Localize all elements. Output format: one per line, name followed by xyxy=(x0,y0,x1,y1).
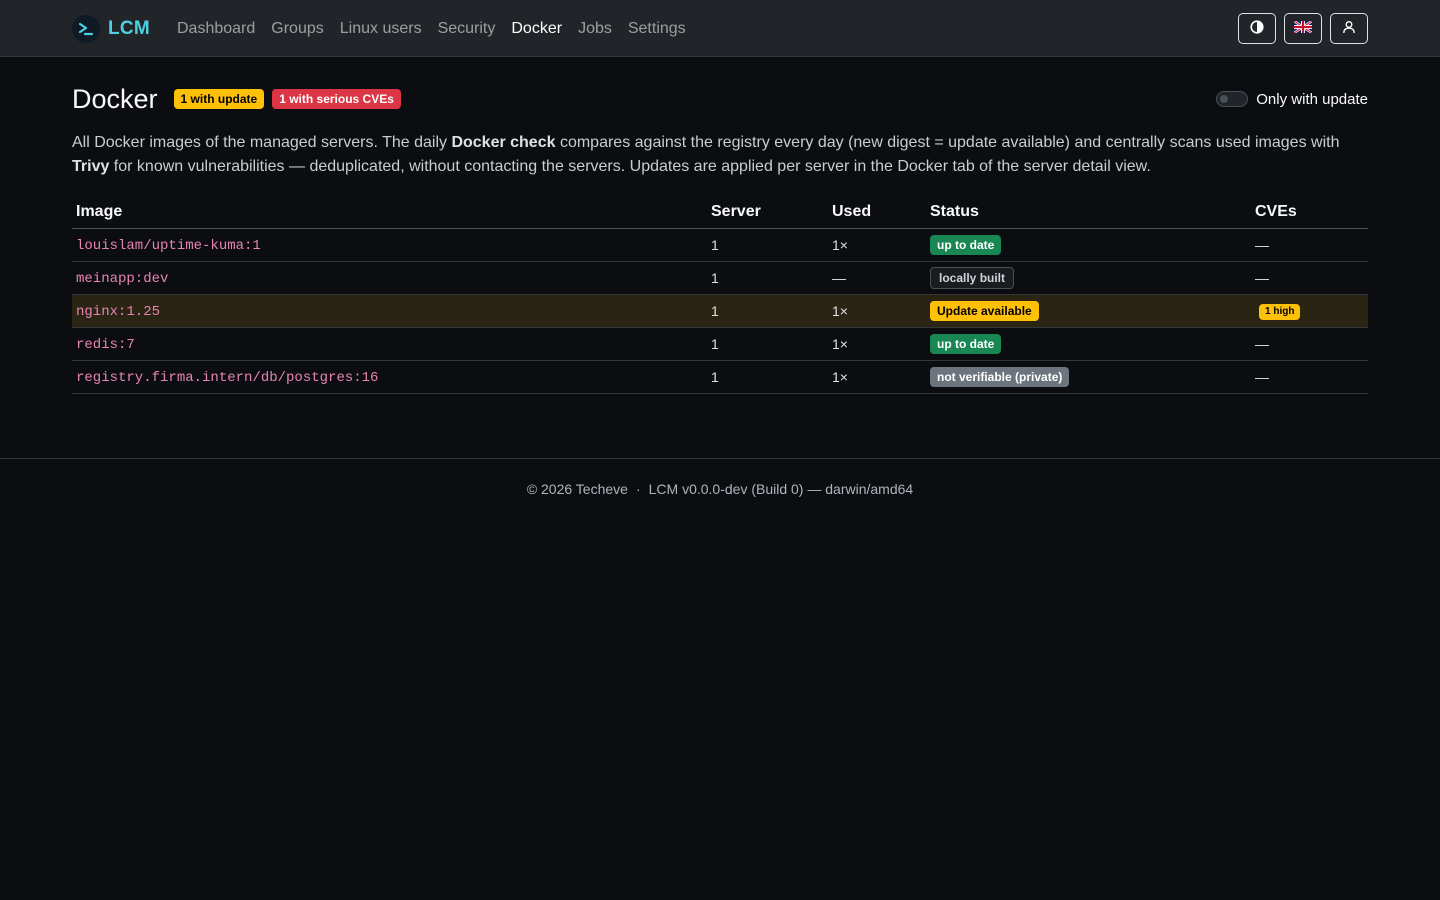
server-count: 1 xyxy=(707,327,828,361)
terminal-chevron-icon xyxy=(72,15,100,43)
page-description: All Docker images of the managed servers… xyxy=(72,131,1368,179)
only-with-update-switch[interactable] xyxy=(1216,91,1249,107)
server-count: 1 xyxy=(707,360,828,394)
cve-value: — xyxy=(1251,261,1368,295)
footer-separator: · xyxy=(635,480,641,497)
server-count: 1 xyxy=(707,261,828,295)
column-header-used[interactable]: Used xyxy=(828,196,926,229)
only-with-update-filter[interactable]: Only with update xyxy=(1216,91,1368,108)
image-name-link[interactable]: meinapp:dev xyxy=(76,271,168,287)
table-row[interactable]: meinapp:dev 1 — locally built — xyxy=(72,261,1368,295)
description-text: compares against the registry every day … xyxy=(555,134,1340,151)
table-row[interactable]: redis:7 1 1× up to date — xyxy=(72,327,1368,361)
user-icon xyxy=(1342,20,1356,37)
server-count: 1 xyxy=(707,228,828,262)
image-name-link[interactable]: redis:7 xyxy=(76,337,135,353)
main-nav: Dashboard Groups Linux users Security Do… xyxy=(169,0,694,57)
used-count: 1× xyxy=(828,327,926,361)
column-header-image[interactable]: Image xyxy=(72,196,707,229)
nav-item-security[interactable]: Security xyxy=(430,20,504,38)
server-count: 1 xyxy=(707,294,828,328)
nav-item-jobs[interactable]: Jobs xyxy=(570,20,620,38)
table-row[interactable]: registry.firma.intern/db/postgres:16 1 1… xyxy=(72,360,1368,394)
table-header-row: Image Server Used Status CVEs xyxy=(72,196,1368,229)
used-count: 1× xyxy=(828,294,926,328)
page-title: Docker xyxy=(72,83,158,114)
page-footer: © 2026 Techeve · LCM v0.0.0-dev (Build 0… xyxy=(0,458,1440,518)
image-name-link[interactable]: louislam/uptime-kuma:1 xyxy=(76,238,261,254)
language-button[interactable] xyxy=(1284,13,1322,44)
image-name-link[interactable]: registry.firma.intern/db/postgres:16 xyxy=(76,370,378,386)
top-navbar: LCM Dashboard Groups Linux users Securit… xyxy=(0,0,1440,57)
footer-copyright: © 2026 Techeve xyxy=(526,480,628,497)
used-count: 1× xyxy=(828,360,926,394)
theme-toggle-icon xyxy=(1250,20,1264,37)
docker-images-table: Image Server Used Status CVEs louislam/u… xyxy=(72,196,1368,394)
used-count: 1× xyxy=(828,228,926,262)
nav-item-linux-users[interactable]: Linux users xyxy=(332,20,430,38)
description-text: for known vulnerabilities — deduplicated… xyxy=(109,158,1151,175)
description-text: All Docker images of the managed servers… xyxy=(72,134,452,151)
status-badge: locally built xyxy=(930,266,1015,289)
switch-knob xyxy=(1220,95,1229,103)
nav-item-docker[interactable]: Docker xyxy=(503,20,570,38)
column-header-status[interactable]: Status xyxy=(926,196,1251,229)
footer-version: LCM v0.0.0-dev (Build 0) — darwin/amd64 xyxy=(648,480,914,497)
status-badge: not verifiable (private) xyxy=(930,366,1070,387)
page-header: Docker 1 with update 1 with serious CVEs… xyxy=(72,82,1368,116)
description-bold-trivy: Trivy xyxy=(72,158,110,175)
only-with-update-label: Only with update xyxy=(1256,90,1368,108)
table-row[interactable]: louislam/uptime-kuma:1 1 1× up to date — xyxy=(72,228,1368,262)
brand-name: LCM xyxy=(108,18,151,39)
status-badge: Update available xyxy=(930,300,1039,321)
brand-link[interactable]: LCM xyxy=(72,14,150,44)
uk-flag-icon xyxy=(1293,20,1313,36)
status-badge: up to date xyxy=(930,333,1002,354)
nav-item-groups[interactable]: Groups xyxy=(263,20,331,38)
cve-value: — xyxy=(1251,327,1368,361)
cve-value: — xyxy=(1251,228,1368,262)
status-badge: up to date xyxy=(930,234,1002,255)
nav-item-settings[interactable]: Settings xyxy=(620,20,694,38)
used-count: — xyxy=(828,261,926,295)
user-menu-button[interactable] xyxy=(1330,13,1368,44)
nav-item-dashboard[interactable]: Dashboard xyxy=(169,20,263,38)
column-header-server[interactable]: Server xyxy=(707,196,828,229)
update-count-badge: 1 with update xyxy=(173,89,265,109)
navbar-actions xyxy=(1238,13,1368,44)
theme-toggle-button[interactable] xyxy=(1238,13,1276,44)
cve-severity-badge[interactable]: 1 high xyxy=(1259,304,1301,320)
cve-value: — xyxy=(1251,360,1368,394)
table-row[interactable]: nginx:1.25 1 1× Update available 1 high xyxy=(72,294,1368,328)
column-header-cves[interactable]: CVEs xyxy=(1251,196,1368,229)
cve-count-badge: 1 with serious CVEs xyxy=(272,89,401,109)
image-name-link[interactable]: nginx:1.25 xyxy=(76,304,160,320)
description-bold-docker-check: Docker check xyxy=(451,134,556,151)
